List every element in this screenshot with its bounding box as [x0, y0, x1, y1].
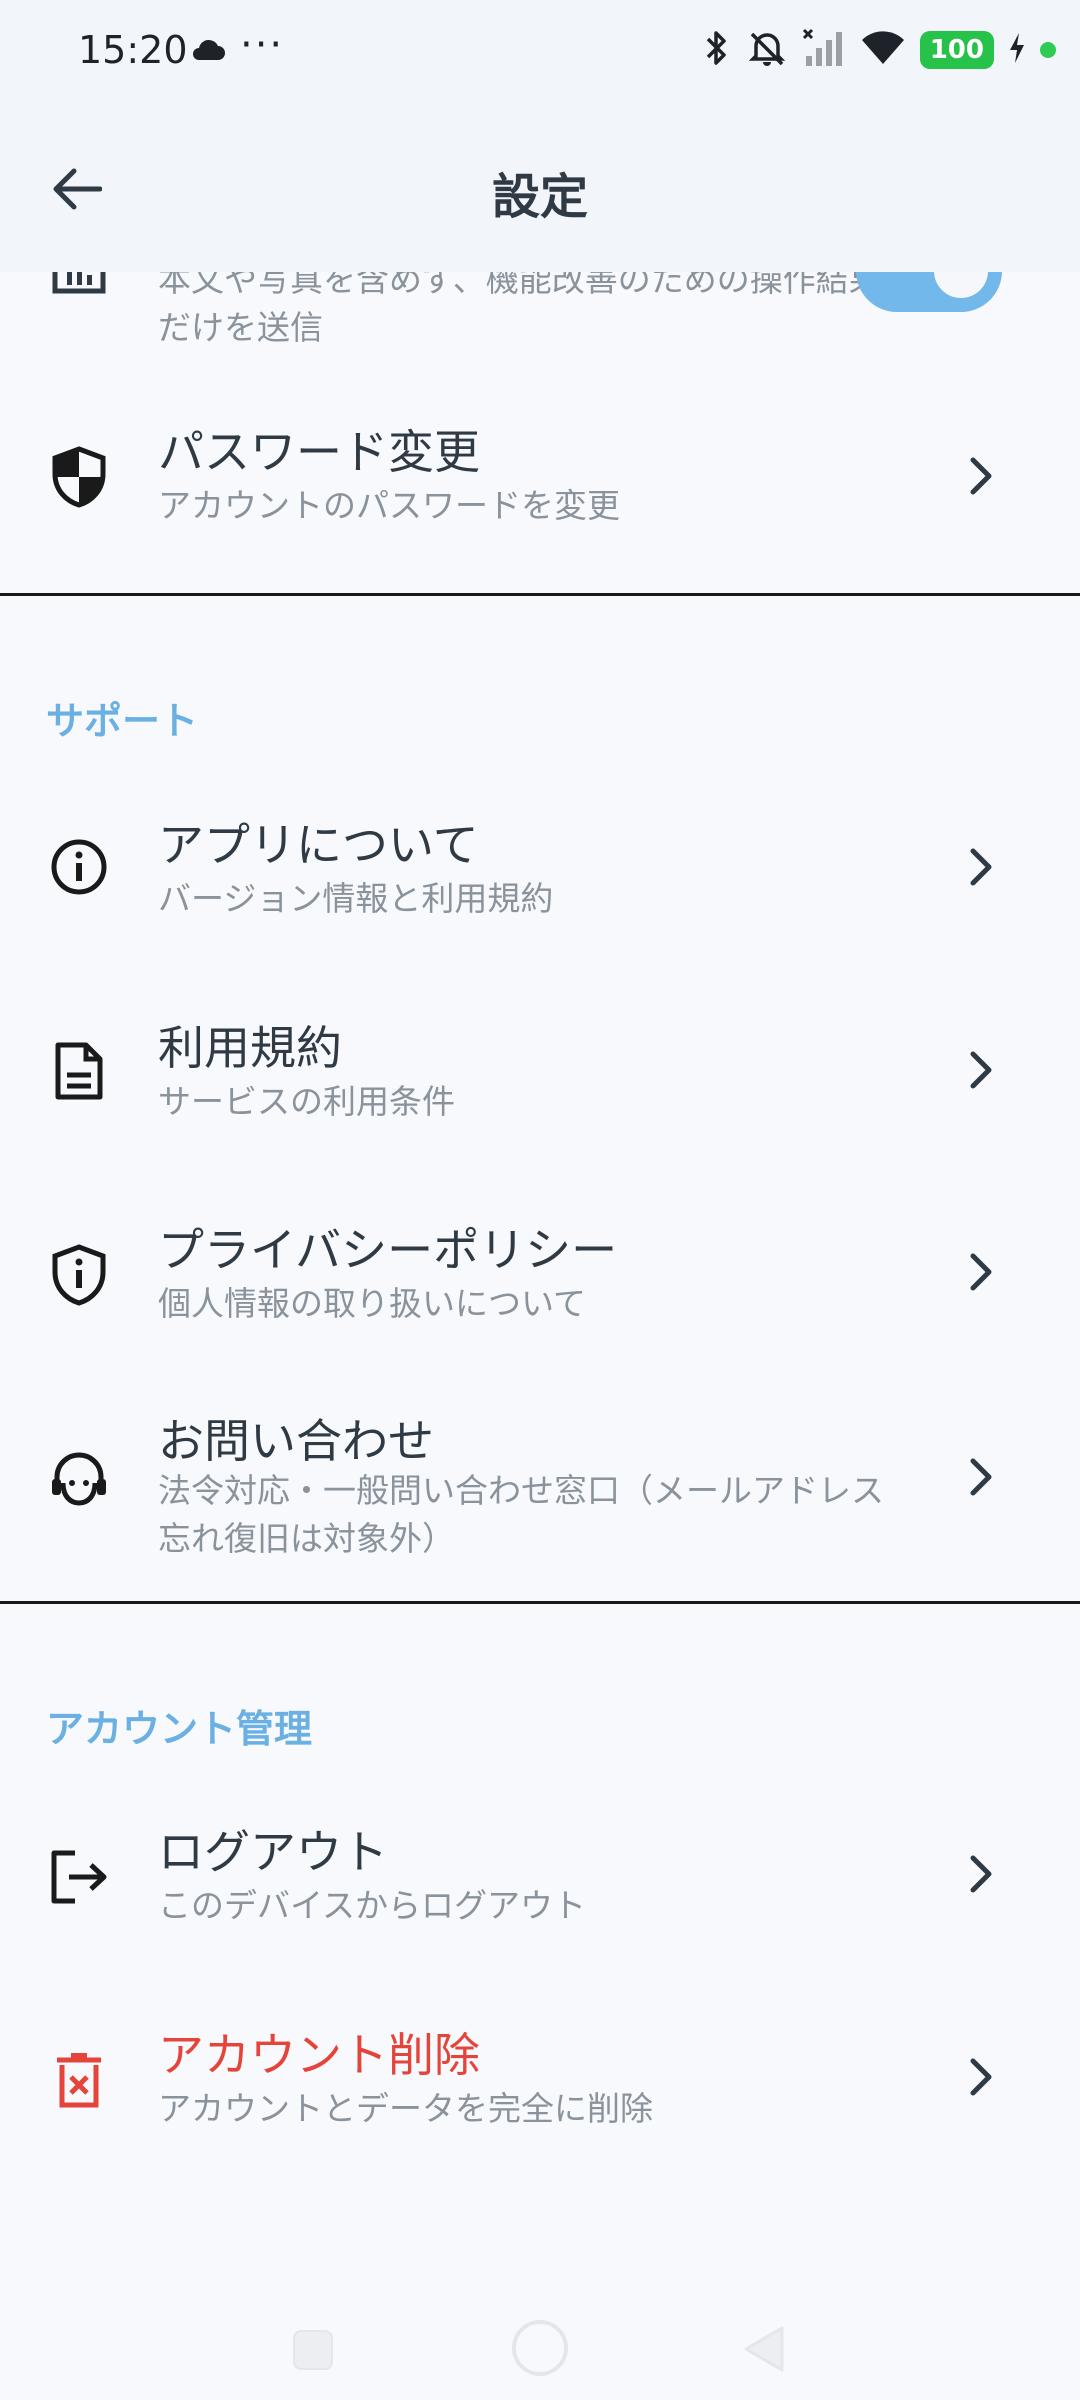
settings-row-title: 利用規約: [158, 1021, 342, 1075]
charging-icon: [1008, 32, 1026, 68]
settings-row-subtitle: 個人情報の取り扱いについて: [158, 1284, 587, 1323]
settings-row-logout[interactable]: ログアウト このデバイスからログアウト: [0, 1812, 1080, 1962]
settings-row-about[interactable]: アプリについて バージョン情報と利用規約: [0, 805, 1080, 955]
status-icons: 100: [702, 28, 1056, 72]
settings-row-terms[interactable]: 利用規約 サービスの利用条件: [0, 1008, 1080, 1158]
chevron-right-icon: [970, 457, 992, 495]
signal-icon: [802, 28, 846, 72]
logout-icon: [44, 1842, 114, 1912]
settings-row-title: アプリについて: [158, 818, 479, 872]
section-divider: [0, 1601, 1080, 1604]
chevron-right-icon: [970, 2058, 992, 2096]
system-navigation-bar: [0, 2290, 1080, 2400]
section-header-account: アカウント管理: [46, 1707, 313, 1751]
settings-row-delete-account[interactable]: アカウント削除 アカウントとデータを完全に削除: [0, 2015, 1080, 2165]
shield-info-icon: [44, 1240, 114, 1310]
status-bar: 15:20 ··· 100: [0, 0, 1080, 105]
settings-row-title: アカウント削除: [158, 2028, 480, 2082]
settings-screen: 15:20 ··· 100 設定 本文や写真を含めず、機能改善のための操作結果だ…: [0, 0, 1080, 2400]
chevron-right-icon: [970, 1051, 992, 1089]
chevron-right-icon: [970, 848, 992, 886]
home-button[interactable]: [512, 2320, 568, 2376]
settings-row-subtitle: バージョン情報と利用規約: [158, 879, 554, 918]
settings-row-title: お問い合わせ: [158, 1414, 434, 1468]
wifi-icon: [860, 30, 906, 70]
bell-off-icon: [746, 28, 788, 72]
page-title: 設定: [491, 169, 588, 225]
back-nav-button[interactable]: [742, 2324, 786, 2374]
recent-apps-button[interactable]: [293, 2330, 333, 2370]
trash-icon: [44, 2045, 114, 2115]
cloud-icon: [190, 38, 226, 66]
status-time: 15:20: [78, 28, 188, 72]
section-divider: [0, 593, 1080, 596]
settings-row-contact[interactable]: お問い合わせ 法令対応・一般問い合わせ窓口（メールアドレス忘れ復旧は対象外）: [0, 1405, 1080, 1575]
settings-row-privacy[interactable]: プライバシーポリシー 個人情報の取り扱いについて: [0, 1210, 1080, 1360]
settings-row-title: パスワード変更: [158, 425, 480, 479]
settings-row-password[interactable]: パスワード変更 アカウントのパスワードを変更: [0, 410, 1080, 560]
chevron-right-icon: [970, 1253, 992, 1291]
settings-row-subtitle: サービスの利用条件: [158, 1082, 455, 1121]
privacy-indicator-dot: [1040, 42, 1056, 58]
support-agent-icon: [44, 1443, 114, 1513]
app-bar: 設定: [0, 105, 1080, 272]
settings-row-subtitle: このデバイスからログアウト: [158, 1886, 587, 1925]
section-header-support: サポート: [46, 699, 199, 743]
settings-row-subtitle: アカウントのパスワードを変更: [158, 486, 620, 525]
settings-row-subtitle: アカウントとデータを完全に削除: [158, 2089, 653, 2128]
chevron-right-icon: [970, 1855, 992, 1893]
more-notifications-icon: ···: [240, 22, 285, 68]
settings-row-title: ログアウト: [158, 1825, 388, 1879]
battery-icon: 100: [919, 31, 994, 69]
document-icon: [44, 1036, 114, 1106]
shield-half-icon: [44, 442, 114, 512]
bluetooth-icon: [702, 28, 732, 72]
settings-row-subtitle: 法令対応・一般問い合わせ窓口（メールアドレス忘れ復旧は対象外）: [158, 1471, 884, 1558]
info-icon: [44, 832, 114, 902]
chevron-right-icon: [970, 1458, 992, 1496]
settings-row-title: プライバシーポリシー: [158, 1223, 618, 1277]
